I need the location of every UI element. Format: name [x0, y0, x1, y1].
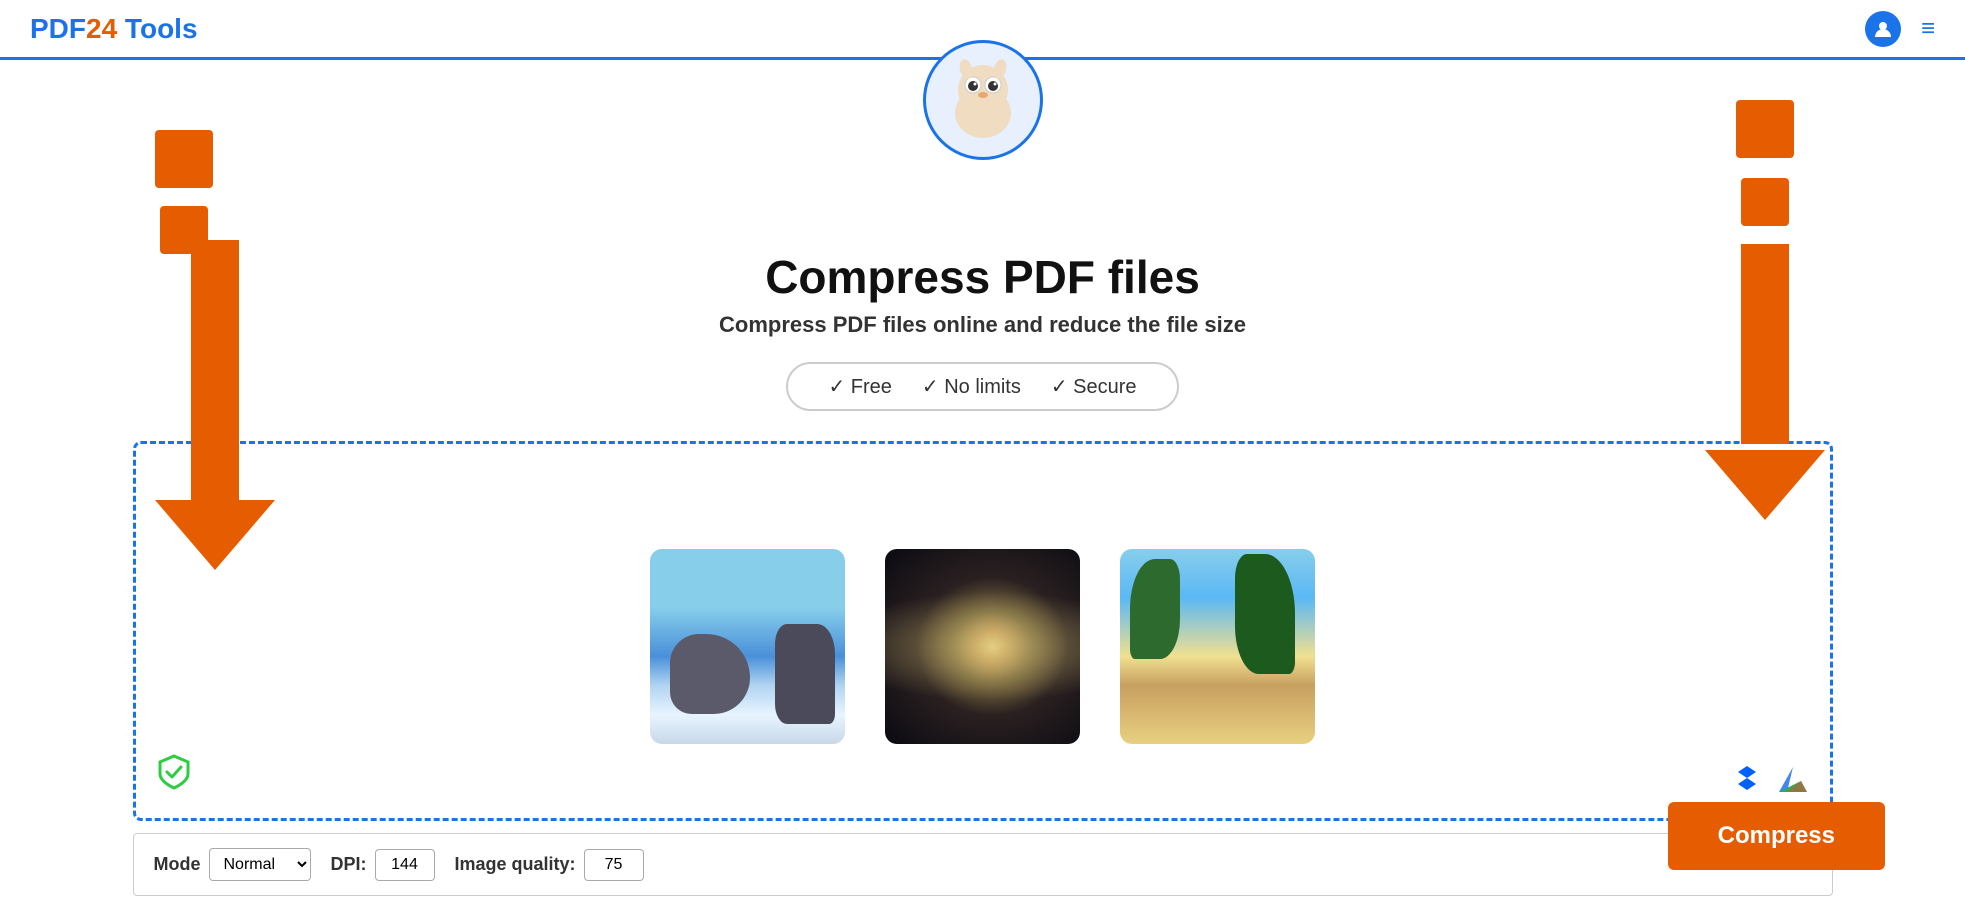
mode-group: Mode Normal Strong Extreme [154, 848, 311, 881]
mascot [923, 40, 1043, 160]
dpi-group: DPI: [331, 849, 435, 881]
thumbnails [650, 549, 1315, 744]
mascot-container [0, 60, 1965, 170]
gdrive-icon[interactable] [1776, 764, 1810, 798]
left-arrow-shaft [191, 240, 239, 500]
left-arrow [155, 240, 275, 570]
mode-select[interactable]: Normal Strong Extreme [209, 848, 311, 881]
quality-group: Image quality: [455, 849, 644, 881]
page-title: Compress PDF files [765, 250, 1200, 304]
menu-icon[interactable]: ≡ [1921, 15, 1935, 43]
drop-zone[interactable] [133, 441, 1833, 821]
settings-bar: Mode Normal Strong Extreme DPI: Image qu… [133, 833, 1833, 896]
cloud-icons [1730, 764, 1810, 798]
dpi-label: DPI: [331, 854, 367, 875]
page-subtitle: Compress PDF files online and reduce the… [719, 312, 1246, 338]
thumbnail-galaxy [885, 549, 1080, 744]
right-arrow-head [1705, 450, 1825, 520]
left-arrow-head [155, 500, 275, 570]
quality-input[interactable] [584, 849, 644, 881]
logo: PDF24 Tools [30, 13, 198, 45]
right-arrow-shaft-top [1741, 244, 1789, 444]
thumbnail-beach [1120, 549, 1315, 744]
orange-square-3 [1736, 100, 1794, 158]
right-decoration [1705, 100, 1825, 520]
quality-label: Image quality: [455, 854, 576, 875]
header-right: ≡ [1865, 11, 1935, 47]
orange-square-1 [155, 130, 213, 188]
security-icon [156, 754, 192, 798]
dpi-input[interactable] [375, 849, 435, 881]
thumbnail-ocean [650, 549, 845, 744]
orange-square-4 [1741, 178, 1789, 226]
dropbox-icon[interactable] [1730, 764, 1764, 798]
features-badge: ✓ Free ✓ No limits ✓ Secure [786, 362, 1178, 411]
feature-secure: ✓ Secure [1051, 374, 1137, 399]
compress-button[interactable]: Compress [1668, 802, 1885, 870]
feature-free: ✓ Free [828, 374, 891, 399]
left-decoration [155, 130, 213, 254]
main-content: Compress PDF files Compress PDF files on… [0, 170, 1965, 896]
user-icon[interactable] [1865, 11, 1901, 47]
mode-label: Mode [154, 854, 201, 875]
feature-nolimits: ✓ No limits [922, 374, 1021, 399]
